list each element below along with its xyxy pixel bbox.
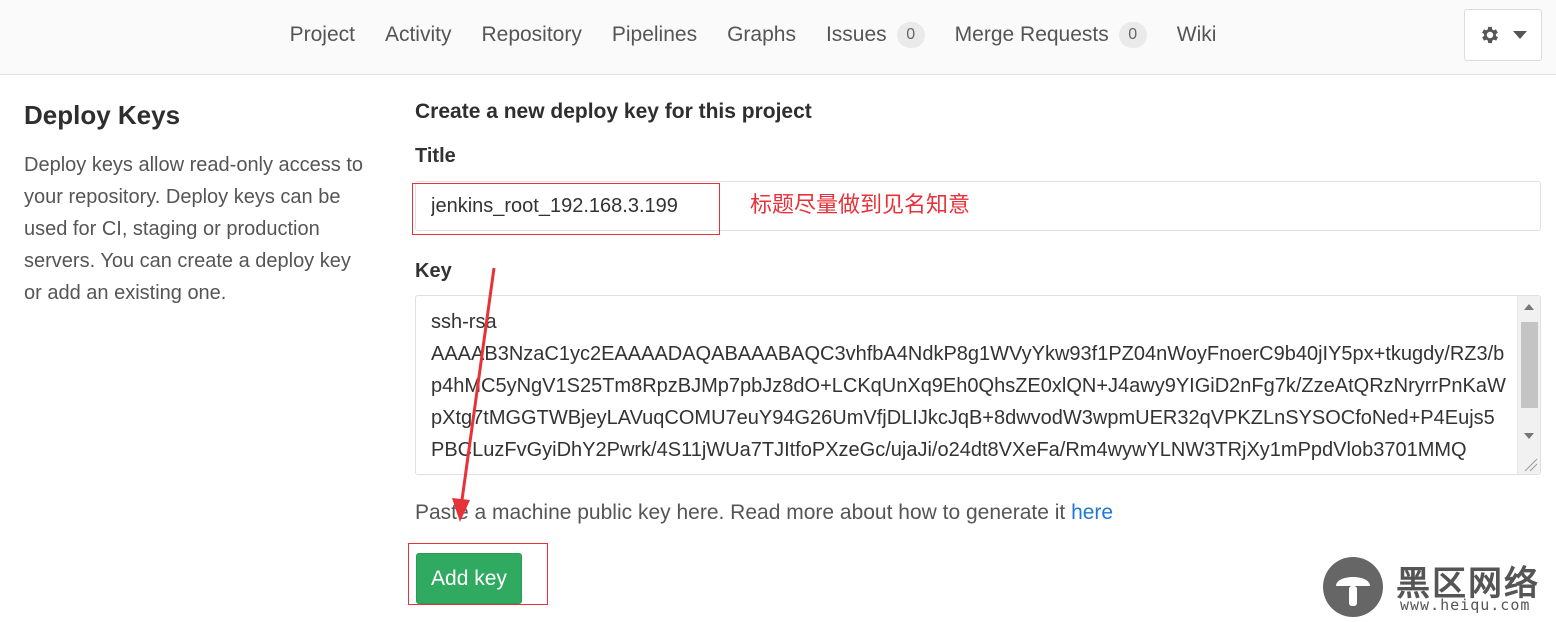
nav-item-activity[interactable]: Activity [385, 23, 452, 47]
resize-grip-icon[interactable] [1520, 454, 1538, 472]
nav-item-graphs[interactable]: Graphs [727, 23, 796, 47]
scroll-down-arrow-icon[interactable] [1524, 433, 1534, 439]
help-text-body: Paste a machine public key here. Read mo… [415, 501, 1066, 524]
nav-item-project[interactable]: Project [290, 23, 355, 47]
key-help-text: Paste a machine public key here. Read mo… [415, 501, 1113, 525]
gear-icon [1482, 26, 1498, 44]
project-settings-dropdown[interactable] [1464, 9, 1542, 61]
scrollbar-thumb[interactable] [1521, 322, 1538, 408]
nav-item-label: Wiki [1176, 23, 1217, 46]
watermark: 黑区网络 www.heiqu.com [1322, 556, 1552, 618]
nav-item-label: Activity [384, 23, 452, 46]
merge-requests-count-badge: 0 [1118, 22, 1147, 48]
nav-item-pipelines[interactable]: Pipelines [612, 23, 697, 47]
key-label: Key [415, 260, 452, 282]
annotation-note: 标题尽量做到见名知意 [750, 193, 971, 218]
add-key-button[interactable]: Add key [416, 553, 522, 604]
nav-item-merge-requests[interactable]: Merge Requests 0 [955, 22, 1147, 48]
nav-item-label: Graphs [727, 23, 796, 46]
generate-key-help-link[interactable]: here [1071, 501, 1113, 524]
textarea-scrollbar[interactable] [1517, 296, 1540, 474]
nav-item-label: Issues [825, 23, 887, 46]
nav-item-wiki[interactable]: Wiki [1177, 23, 1217, 47]
key-textarea-content: ssh-rsa AAAAB3NzaC1yc2EAAAADAQABAAABAQC3… [431, 311, 1506, 461]
caret-down-icon [1513, 30, 1527, 39]
key-textarea[interactable]: ssh-rsa AAAAB3NzaC1yc2EAAAADAQABAAABAQC3… [415, 295, 1541, 475]
nav-item-label: Pipelines [611, 23, 698, 46]
form-heading: Create a new deploy key for this project [415, 100, 812, 123]
nav-item-label: Project [289, 23, 355, 46]
section-title: Deploy Keys [24, 100, 181, 130]
issues-count-badge: 0 [896, 22, 925, 48]
title-label: Title [415, 145, 456, 167]
section-description: Deploy keys allow read-only access to yo… [24, 154, 364, 304]
watermark-logo-icon [1323, 557, 1383, 617]
nav-item-repository[interactable]: Repository [481, 23, 581, 47]
title-input[interactable] [415, 181, 1541, 231]
nav-item-label: Merge Requests [954, 23, 1109, 46]
nav-item-label: Repository [481, 23, 582, 46]
scroll-up-arrow-icon[interactable] [1524, 304, 1534, 310]
top-nav: Project Activity Repository Pipelines Gr… [0, 0, 1556, 75]
watermark-url: www.heiqu.com [1400, 596, 1531, 614]
nav-item-issues[interactable]: Issues 0 [826, 22, 925, 48]
nav-links: Project Activity Repository Pipelines Gr… [0, 0, 1556, 70]
